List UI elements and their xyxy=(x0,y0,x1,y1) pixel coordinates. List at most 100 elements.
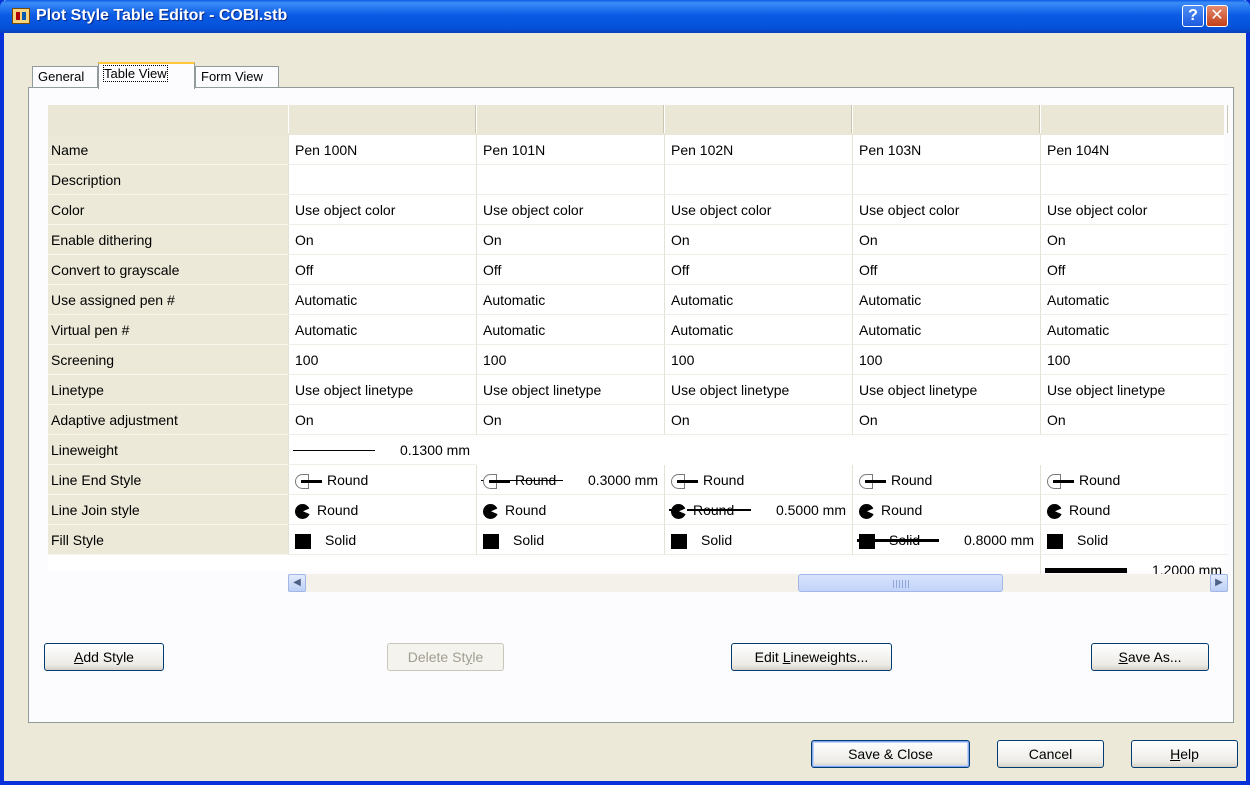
tab-table-view[interactable]: Table View xyxy=(98,62,195,89)
cell-adaptive[interactable]: On xyxy=(852,405,1040,435)
horizontal-scrollbar[interactable]: ◀ ▶ xyxy=(288,574,1228,592)
row-label: Virtual pen # xyxy=(48,315,288,345)
cell-screening[interactable]: 100 xyxy=(476,345,664,375)
cell-dithering[interactable]: On xyxy=(476,225,664,255)
cell-virtual-pen[interactable]: Automatic xyxy=(476,315,664,345)
cell-name[interactable]: Pen 101N xyxy=(476,135,664,165)
help-button[interactable]: Help xyxy=(1131,740,1238,768)
column-header[interactable] xyxy=(476,105,664,133)
scroll-thumb[interactable] xyxy=(798,574,1003,592)
cell-dithering[interactable]: On xyxy=(288,225,476,255)
cell-dithering[interactable]: On xyxy=(1040,225,1228,255)
help-icon[interactable]: ? xyxy=(1182,5,1204,27)
tab-general[interactable]: General xyxy=(32,66,98,88)
cell-assigned-pen[interactable]: Automatic xyxy=(1040,285,1228,315)
tab-form-view[interactable]: Form View xyxy=(195,66,279,88)
cell-fill[interactable]: Solid xyxy=(476,525,664,555)
cell-color[interactable]: Use object color xyxy=(288,195,476,225)
cell-description[interactable] xyxy=(664,165,852,195)
cell-line-join[interactable]: Round xyxy=(288,495,476,525)
cell-adaptive[interactable]: On xyxy=(288,405,476,435)
save-as-button[interactable]: Save As... xyxy=(1091,643,1209,671)
row-label: Description xyxy=(48,165,288,195)
cell-line-join[interactable]: Round xyxy=(852,495,1040,525)
scroll-left-icon[interactable]: ◀ xyxy=(288,574,306,592)
cell-linetype[interactable]: Use object linetype xyxy=(476,375,664,405)
cell-line-end[interactable]: Round xyxy=(476,465,664,495)
cell-fill[interactable]: Solid xyxy=(852,525,1040,555)
cell-name[interactable]: Pen 100N xyxy=(288,135,476,165)
window-title: Plot Style Table Editor - COBI.stb xyxy=(36,7,288,24)
cell-description[interactable] xyxy=(1040,165,1228,195)
cell-grayscale[interactable]: Off xyxy=(288,255,476,285)
cell-adaptive[interactable]: On xyxy=(1040,405,1228,435)
delete-style-button[interactable]: Delete Style xyxy=(387,643,504,671)
cell-virtual-pen[interactable]: Automatic xyxy=(852,315,1040,345)
column-header[interactable] xyxy=(852,105,1040,133)
cell-fill[interactable]: Solid xyxy=(288,525,476,555)
row-label: Lineweight xyxy=(48,435,288,465)
add-style-button[interactable]: Add Style xyxy=(44,643,164,671)
fill-style-label: Solid xyxy=(513,532,545,548)
cell-name[interactable]: Pen 104N xyxy=(1040,135,1228,165)
save-close-button[interactable]: Save & Close xyxy=(811,740,970,768)
cell-fill[interactable]: Solid xyxy=(1040,525,1228,555)
cell-name[interactable]: Pen 102N xyxy=(664,135,852,165)
cancel-button[interactable]: Cancel xyxy=(997,740,1104,768)
round-cap-icon xyxy=(1047,473,1074,489)
row-label: Use assigned pen # xyxy=(48,285,288,315)
edit-lineweights-button[interactable]: Edit Lineweights... xyxy=(731,643,892,671)
cell-line-join[interactable]: Round xyxy=(476,495,664,525)
cell-linetype[interactable]: Use object linetype xyxy=(852,375,1040,405)
cell-screening[interactable]: 100 xyxy=(852,345,1040,375)
cell-dithering[interactable]: On xyxy=(852,225,1040,255)
plot-style-editor-window: Plot Style Table Editor - COBI.stb ? ✕ G… xyxy=(0,0,1250,785)
column-header[interactable] xyxy=(1040,105,1228,133)
cell-fill[interactable]: Solid xyxy=(664,525,852,555)
cell-screening[interactable]: 100 xyxy=(664,345,852,375)
cell-description[interactable] xyxy=(476,165,664,195)
cell-color[interactable]: Use object color xyxy=(1040,195,1228,225)
scroll-right-icon[interactable]: ▶ xyxy=(1210,574,1228,592)
cell-adaptive[interactable]: On xyxy=(476,405,664,435)
cell-line-end[interactable]: Round xyxy=(288,465,476,495)
cell-dithering[interactable]: On xyxy=(664,225,852,255)
column-header[interactable] xyxy=(288,105,476,133)
fill-style-label: Solid xyxy=(889,532,921,548)
cell-linetype[interactable]: Use object linetype xyxy=(664,375,852,405)
cell-grayscale[interactable]: Off xyxy=(664,255,852,285)
cell-grayscale[interactable]: Off xyxy=(1040,255,1228,285)
cell-assigned-pen[interactable]: Automatic xyxy=(664,285,852,315)
cell-virtual-pen[interactable]: Automatic xyxy=(288,315,476,345)
line-join-label: Round xyxy=(317,502,359,518)
column-header[interactable] xyxy=(664,105,852,133)
cell-screening[interactable]: 100 xyxy=(1040,345,1228,375)
cell-linetype[interactable]: Use object linetype xyxy=(288,375,476,405)
plot-style-grid[interactable]: Name Pen 100N Pen 101N Pen 102N Pen 103N Pen … xyxy=(48,105,1228,585)
cell-description[interactable] xyxy=(288,165,476,195)
close-icon[interactable]: ✕ xyxy=(1206,5,1228,27)
cell-color[interactable]: Use object color xyxy=(664,195,852,225)
cell-virtual-pen[interactable]: Automatic xyxy=(664,315,852,345)
cell-assigned-pen[interactable]: Automatic xyxy=(476,285,664,315)
cell-lineweight[interactable]: 0.1300 mm xyxy=(288,435,476,465)
cell-screening[interactable]: 100 xyxy=(288,345,476,375)
cell-adaptive[interactable]: On xyxy=(664,405,852,435)
cell-virtual-pen[interactable]: Automatic xyxy=(1040,315,1228,345)
title-bar[interactable]: Plot Style Table Editor - COBI.stb ? ✕ xyxy=(0,0,1250,33)
cell-grayscale[interactable]: Off xyxy=(476,255,664,285)
cell-assigned-pen[interactable]: Automatic xyxy=(852,285,1040,315)
cell-assigned-pen[interactable]: Automatic xyxy=(288,285,476,315)
cell-color[interactable]: Use object color xyxy=(852,195,1040,225)
cell-line-join[interactable]: Round xyxy=(1040,495,1228,525)
cell-color[interactable]: Use object color xyxy=(476,195,664,225)
cell-line-end[interactable]: Round xyxy=(852,465,1040,495)
cell-line-end[interactable]: Round xyxy=(1040,465,1228,495)
cell-linetype[interactable]: Use object linetype xyxy=(1040,375,1228,405)
cell-line-end[interactable]: Round xyxy=(664,465,852,495)
cell-line-join[interactable]: Round xyxy=(664,495,852,525)
cell-description[interactable] xyxy=(852,165,1040,195)
cell-name[interactable]: Pen 103N xyxy=(852,135,1040,165)
round-cap-icon xyxy=(483,473,510,489)
cell-grayscale[interactable]: Off xyxy=(852,255,1040,285)
